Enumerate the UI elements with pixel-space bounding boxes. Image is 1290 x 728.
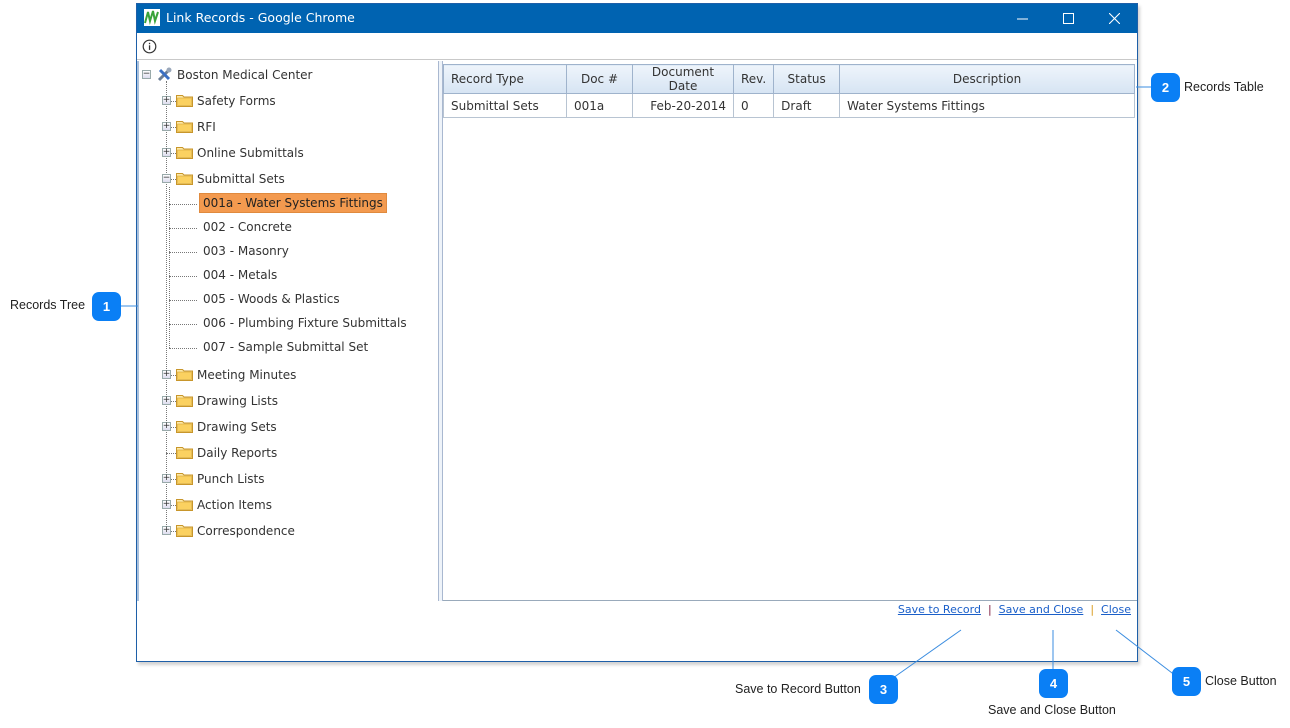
leader-line-3 xyxy=(892,629,962,679)
callout-badge-4: 4 xyxy=(1039,669,1068,698)
callout-badge-5: 5 xyxy=(1172,667,1201,696)
callout-label-save-and-close: Save and Close Button xyxy=(988,703,1116,717)
callout-label-records-tree: Records Tree xyxy=(10,298,86,312)
leader-line-5 xyxy=(1115,629,1177,677)
callout-label-records-table: Records Table xyxy=(1184,80,1264,94)
callout-badge-2: 2 xyxy=(1151,73,1180,102)
callout-label-save-to-record: Save to Record Button xyxy=(735,682,861,696)
callout-label-close: Close Button xyxy=(1205,674,1277,688)
callout-leaders xyxy=(120,86,1177,679)
callout-badge-3: 3 xyxy=(869,675,898,704)
callout-badge-1: 1 xyxy=(92,292,121,321)
